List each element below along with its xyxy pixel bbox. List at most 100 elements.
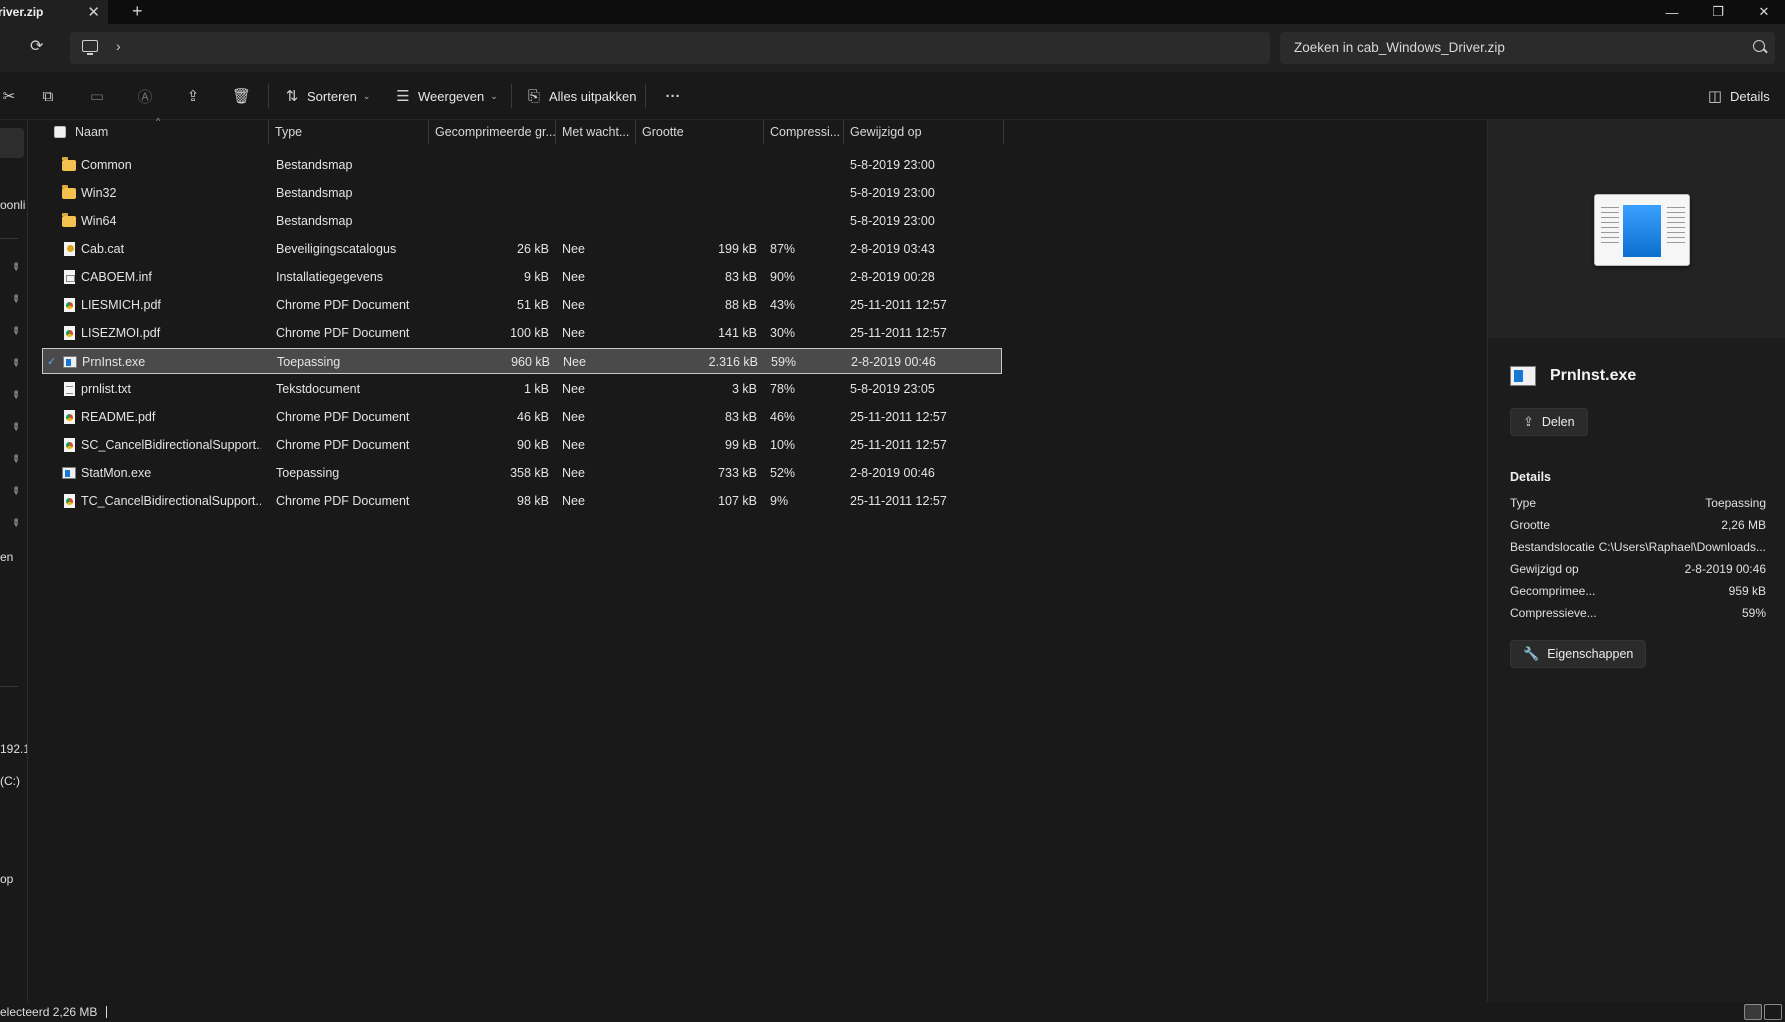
new-tab-icon[interactable]: + (132, 1, 143, 22)
more-icon: ··· (665, 87, 681, 105)
navigation-pane: oonli ✎ ✎ ✎ ✎ ✎ ✎ ✎ ✎ ✎ en 192.1 (C:) op (0, 120, 28, 1002)
sort-button[interactable]: ⇅ Sorteren ⌄ (283, 84, 371, 108)
cell-size (642, 152, 757, 178)
this-pc-icon[interactable] (82, 40, 98, 55)
cell-ratio (770, 180, 840, 206)
wrench-icon: 🔧 (1523, 646, 1540, 661)
table-row[interactable]: README.pdf Chrome PDF Document 46 kB Nee 83 … (42, 404, 1002, 430)
table-row[interactable]: ✓ PrnInst.exe Toepassing 960 kB Nee 2.316 kB 5… (42, 348, 1002, 374)
path-chevron-icon[interactable]: › (116, 38, 121, 54)
cell-compressed-size: 46 kB (517, 410, 549, 424)
column-header-compressed-size[interactable]: Gecomprimeerde gr... (429, 120, 556, 144)
cell-password: Nee (563, 355, 586, 369)
table-row[interactable]: Win32 Bestandsmap 5-8-2019 23:00 (42, 180, 1002, 206)
table-row[interactable]: LISEZMOI.pdf Chrome PDF Document 100 kB Nee… (42, 320, 1002, 346)
table-row[interactable]: StatMon.exe Toepassing 358 kB Nee 733 kB 52% 2… (42, 460, 1002, 486)
nav-item-label[interactable]: en (0, 550, 13, 564)
table-row[interactable]: TC_CancelBidirectionalSupport.... Chrome … (42, 488, 1002, 514)
cell-compressed-size: 1 kB (523, 382, 549, 396)
status-divider (106, 1006, 107, 1018)
table-row[interactable]: Cab.cat Beveiligingscatalogus 26 kB Nee 199 … (42, 236, 1002, 262)
select-all-checkbox[interactable] (54, 126, 66, 138)
cell-name: Common (81, 158, 132, 172)
paste-button[interactable]: ▭ (88, 84, 106, 108)
details-section-title: Details (1510, 470, 1551, 484)
view-button[interactable]: ☰ Weergeven ⌄ (394, 84, 498, 108)
cell-name: LIESMICH.pdf (81, 298, 161, 312)
view-icon: ☰ (396, 88, 410, 105)
share-button[interactable]: ⇪ (184, 84, 202, 108)
refresh-icon[interactable]: ⟳ (30, 36, 43, 56)
paste-icon: ▭ (89, 88, 105, 105)
column-header-password[interactable]: Met wacht... (556, 120, 636, 144)
restore-icon[interactable]: ❐ (1698, 0, 1738, 24)
cell-password: Nee (562, 466, 585, 480)
detail-property: Gecomprimee... 959 kB (1510, 584, 1766, 606)
cut-button[interactable]: ✂ (0, 84, 18, 108)
table-row[interactable]: prnlist.txt Tekstdocument 1 kB Nee 3 kB 78% 5-… (42, 376, 1002, 402)
cell-type: Chrome PDF Document (276, 298, 410, 312)
status-text: electeerd 2,26 MB (0, 1005, 98, 1019)
details-pane-button[interactable]: ◫ Details (1706, 84, 1770, 108)
pin-icon: ✎ (8, 484, 23, 499)
nav-item-label[interactable]: op (0, 872, 13, 886)
cell-type: Bestandsmap (276, 214, 353, 228)
table-row[interactable]: Common Bestandsmap 5-8-2019 23:00 (42, 152, 1002, 178)
detail-value: 2,26 MB (1721, 518, 1766, 532)
nav-item-label[interactable]: 192.1 (0, 742, 27, 756)
cell-name: PrnInst.exe (82, 355, 146, 369)
search-input[interactable]: Zoeken in cab_Windows_Driver.zip (1280, 32, 1775, 64)
table-row[interactable]: CABOEM.inf Installatiegegevens 9 kB Nee 83 k… (42, 264, 1002, 290)
close-window-icon[interactable]: ✕ (1744, 0, 1784, 24)
properties-label: Eigenschappen (1547, 647, 1634, 661)
nav-selected-item[interactable] (0, 128, 24, 158)
cell-ratio: 78% (770, 382, 796, 396)
detail-key: Type (1510, 496, 1537, 510)
pin-icon: ✎ (8, 516, 23, 531)
tab-close-icon[interactable]: ✕ (87, 3, 100, 21)
nav-item-label[interactable]: oonli (0, 198, 25, 212)
folder-icon (62, 185, 76, 199)
search-icon[interactable] (1753, 40, 1765, 52)
detail-value: 2-8-2019 00:46 (1684, 562, 1766, 576)
column-header-name[interactable]: Naam (69, 120, 269, 144)
tab-active[interactable]: river.zip ✕ (0, 0, 108, 24)
column-header-ratio[interactable]: Compressi... (764, 120, 844, 144)
table-row[interactable]: SC_CancelBidirectionalSupport.... Chrome … (42, 432, 1002, 458)
share-icon: ⇪ (186, 88, 200, 105)
copy-button[interactable]: ⧉ (39, 84, 57, 108)
share-icon: ⇪ (1523, 414, 1534, 429)
cell-compressed-size (422, 180, 549, 206)
cell-size: 99 kB (725, 438, 757, 452)
tiles-view-icon[interactable] (1764, 1004, 1782, 1020)
minimize-icon[interactable]: — (1652, 0, 1692, 24)
column-header-size[interactable]: Grootte (636, 120, 764, 144)
detail-value: 959 kB (1728, 584, 1766, 598)
rename-button[interactable]: Ⓐ (136, 84, 154, 108)
extract-all-button[interactable]: ⎘ Alles uitpakken (525, 84, 636, 108)
trash-icon: 🗑 (232, 88, 252, 105)
details-view-icon[interactable] (1744, 1004, 1762, 1020)
cell-ratio: 30% (770, 326, 796, 340)
details-pane: PrnInst.exe ⇪ Delen Details Type Toepassi… (1487, 120, 1785, 1002)
command-bar: ✂ ⧉ ▭ Ⓐ ⇪ 🗑 ⇅ Sorteren ⌄ ☰ Weergeven ⌄ ⎘… (0, 72, 1785, 120)
path-box[interactable]: › (70, 32, 1270, 64)
column-header-modified[interactable]: Gewijzigd op (844, 120, 1004, 144)
cell-ratio: 9% (770, 494, 789, 508)
column-header-type[interactable]: Type (269, 120, 429, 144)
nav-item-label[interactable]: (C:) (0, 774, 20, 788)
more-options-button[interactable]: ··· (664, 84, 682, 108)
properties-button[interactable]: 🔧 Eigenschappen (1510, 640, 1647, 668)
detail-key: Compressieve... (1510, 606, 1597, 620)
delete-button[interactable]: 🗑 (232, 84, 252, 108)
detail-key: Gewijzigd op (1510, 562, 1579, 576)
pdf-icon (64, 438, 75, 452)
table-row[interactable]: LIESMICH.pdf Chrome PDF Document 51 kB Nee 8… (42, 292, 1002, 318)
share-details-button[interactable]: ⇪ Delen (1510, 408, 1588, 436)
cell-type: Installatiegegevens (276, 270, 384, 284)
table-row[interactable]: Win64 Bestandsmap 5-8-2019 23:00 (42, 208, 1002, 234)
row-checkbox-icon[interactable]: ✓ (47, 349, 56, 375)
preview-lines (1667, 207, 1685, 247)
folder-icon (62, 157, 76, 171)
column-header-row: ^ Naam Type Gecomprimeerde gr... Met wac… (28, 116, 1006, 144)
